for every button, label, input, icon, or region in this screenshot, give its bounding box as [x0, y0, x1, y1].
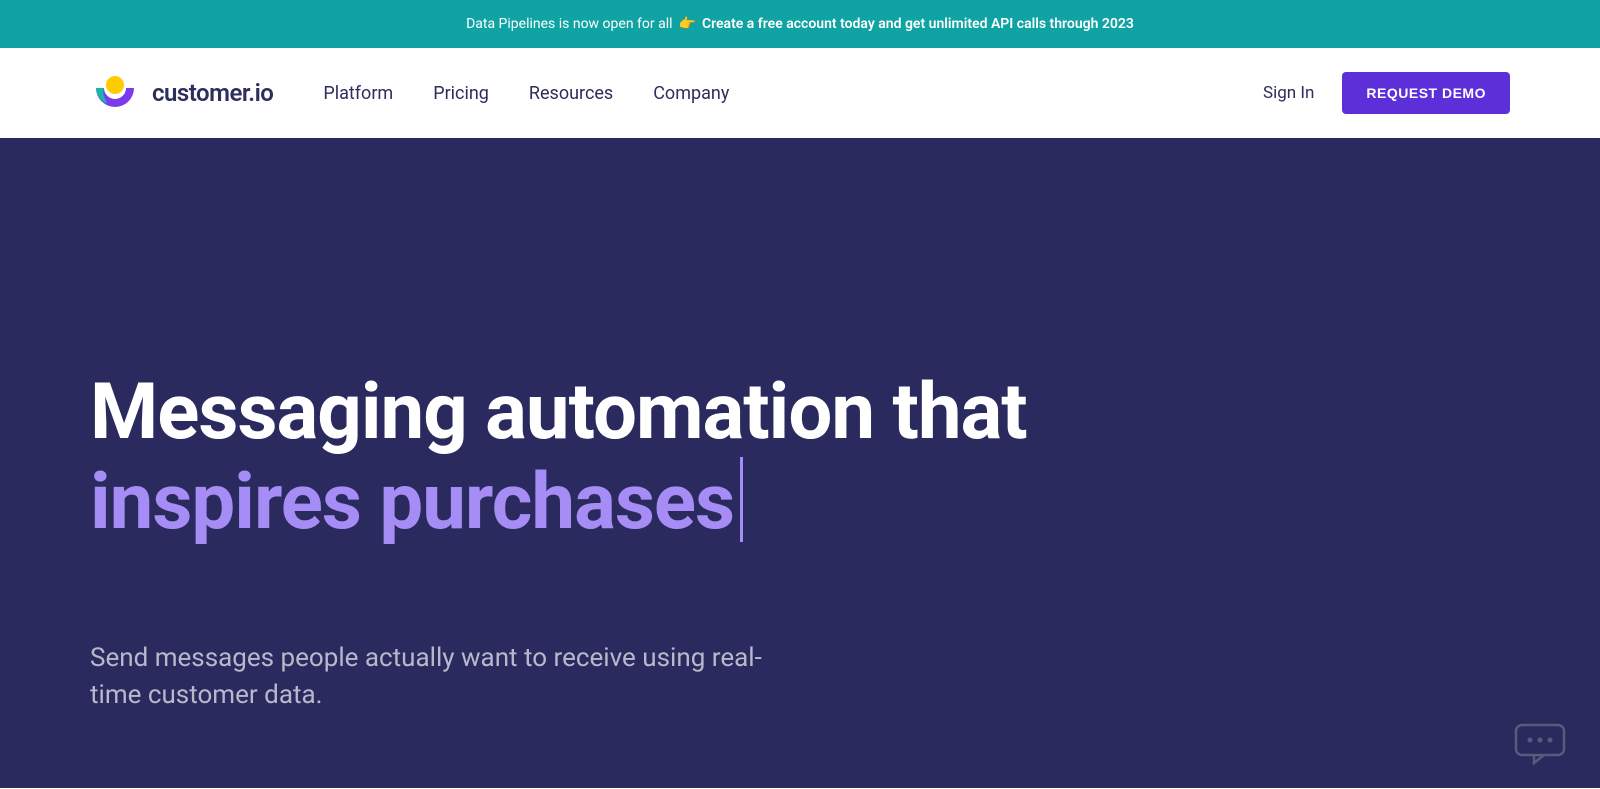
hero-title-line-1: Messaging automation that — [90, 367, 1027, 458]
request-demo-button[interactable]: REQUEST DEMO — [1342, 72, 1510, 114]
announcement-bar[interactable]: Data Pipelines is now open for all 👉 Cre… — [0, 0, 1600, 48]
pointer-icon: 👉 — [679, 16, 696, 32]
logo[interactable]: customer.io — [90, 74, 273, 112]
hero-subtitle: Send messages people actually want to re… — [90, 640, 810, 715]
hero-title: Messaging automation that inspires purch… — [90, 368, 1510, 550]
nav-item-company[interactable]: Company — [653, 83, 729, 104]
signin-link[interactable]: Sign In — [1263, 83, 1314, 103]
nav-item-platform[interactable]: Platform — [323, 83, 393, 104]
header-right: Sign In REQUEST DEMO — [1263, 72, 1510, 114]
nav-item-pricing[interactable]: Pricing — [433, 83, 489, 104]
nav-item-resources[interactable]: Resources — [529, 83, 613, 104]
chat-icon[interactable] — [1512, 721, 1568, 765]
announcement-text-1: Data Pipelines is now open for all — [466, 16, 672, 32]
logo-text: customer.io — [152, 79, 273, 107]
main-header: customer.io Platform Pricing Resources C… — [0, 48, 1600, 138]
announcement-text-2: Create a free account today and get unli… — [702, 16, 1134, 32]
main-nav: Platform Pricing Resources Company — [323, 83, 729, 104]
typing-cursor-icon — [740, 457, 743, 542]
hero-section: Messaging automation that inspires purch… — [0, 138, 1600, 788]
hero-title-highlight: inspires purchases — [90, 458, 734, 548]
logo-icon — [90, 74, 140, 112]
header-left: customer.io Platform Pricing Resources C… — [90, 74, 729, 112]
